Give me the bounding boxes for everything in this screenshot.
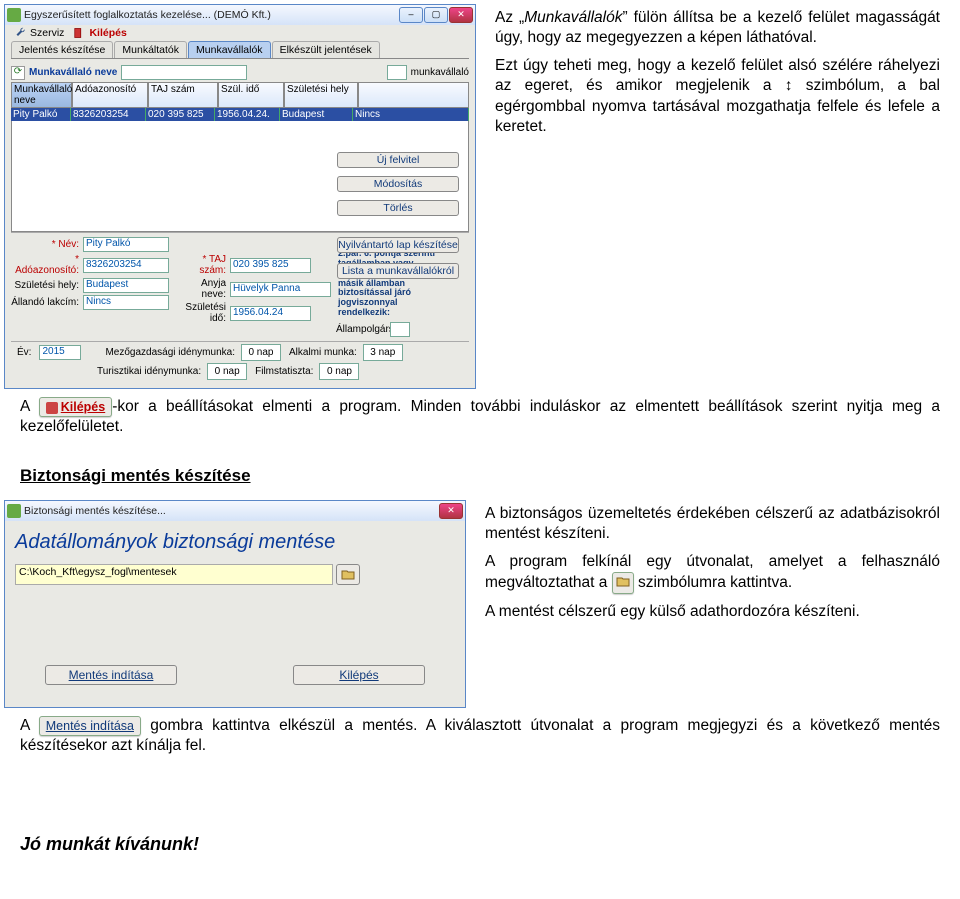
tab-munkaltatok[interactable]: Munkáltatók — [114, 41, 187, 58]
val-tur[interactable] — [207, 363, 247, 380]
lbl-ado: * Adóazonosító: — [11, 254, 79, 276]
para-1: Az „Munkavállalók” fülön állítsa be a ke… — [495, 8, 940, 48]
close-btn[interactable]: ✕ — [449, 7, 473, 23]
search-label: Munkavállaló neve — [29, 67, 117, 78]
count-label: munkavállaló — [411, 67, 469, 78]
btn-lista[interactable]: Lista a munkavállalókról — [337, 263, 459, 279]
folder-open-icon — [341, 568, 355, 580]
maximize-btn[interactable]: ▢ — [424, 7, 448, 23]
field-szido[interactable]: 1956.04.24 — [230, 306, 311, 321]
window-employees: Egyszerűsített foglalkoztatás kezelése..… — [4, 4, 476, 389]
cell-taj: 020 395 825 — [146, 108, 215, 121]
menu-kilepes[interactable]: Kilépés — [74, 27, 126, 39]
browse-button[interactable] — [336, 564, 360, 585]
tab-munkavallalok[interactable]: Munkavállalók — [188, 41, 271, 58]
col-taj[interactable]: TAJ szám — [148, 82, 218, 108]
inline-btn-mentes: Mentés indítása — [39, 716, 141, 736]
table-row[interactable]: Pity Palkó 8326203254 020 395 825 1956.0… — [11, 108, 469, 121]
closing: Jó munkát kívánunk! — [20, 834, 940, 855]
count-display — [387, 65, 407, 80]
menu-szerviz[interactable]: Szerviz — [15, 27, 64, 39]
para-b1: A biztonságos üzemeltetés érdekében céls… — [485, 504, 940, 544]
tabs: Jelentés készítése Munkáltatók Munkaváll… — [11, 41, 469, 59]
exit-icon — [74, 27, 86, 39]
exit-icon — [46, 402, 58, 414]
btn-torles[interactable]: Törlés — [337, 200, 459, 216]
heading-backup: Biztonsági mentés készítése — [20, 466, 940, 486]
para-kilepes: A Kilépés-kor a beállításokat elmenti a … — [20, 397, 940, 438]
cell-szido: 1956.04.24. — [215, 108, 280, 121]
lbl-taj: * TAJ szám: — [176, 254, 226, 276]
lbl-film: Filmstatiszta: — [255, 366, 313, 377]
cell-ado: 8326203254 — [71, 108, 146, 121]
lbl-alk: Alkalmi munka: — [289, 347, 357, 358]
titlebar2: Biztonsági mentés készítése... ✕ — [5, 501, 465, 521]
val-alk[interactable] — [363, 344, 403, 361]
refresh-icon[interactable]: ⟳ — [11, 66, 25, 80]
col-extra[interactable] — [358, 82, 469, 108]
close-btn2[interactable]: ✕ — [439, 503, 463, 519]
lbl-allam: Állampolgárság: — [336, 324, 386, 335]
window-title: Egyszerűsített foglalkoztatás kezelése..… — [24, 9, 399, 21]
table-header: Munkavállaló neve Adóazonosító TAJ szám … — [11, 82, 469, 108]
col-name[interactable]: Munkavállaló neve — [11, 82, 72, 108]
btn-uj[interactable]: Új felvitel — [337, 152, 459, 168]
lbl-anya: Anyja neve: — [176, 278, 226, 300]
para-2: Ezt úgy teheti meg, hogy a kezelő felüle… — [495, 56, 940, 137]
lbl-szhely: Születési hely: — [11, 280, 79, 291]
app-icon — [7, 8, 21, 22]
field-ev[interactable]: 2015 — [39, 345, 81, 360]
col-szulido[interactable]: Szül. idő — [218, 82, 284, 108]
tab-elkeszult[interactable]: Elkészült jelentések — [272, 41, 380, 58]
para-b3: A mentést célszerű egy külső adathordozó… — [485, 602, 940, 622]
lbl-tur: Turisztikai idénymunka: — [97, 366, 201, 377]
menubar: Szerviz Kilépés — [5, 25, 475, 41]
field-szhely[interactable]: Budapest — [83, 278, 169, 293]
cell-szhely: Budapest — [280, 108, 353, 121]
field-lak[interactable]: Nincs — [83, 295, 169, 310]
field-anya[interactable]: Hüvelyk Panna — [230, 282, 331, 297]
field-nev[interactable]: Pity Palkó — [83, 237, 169, 252]
cell-name: Pity Palkó — [11, 108, 71, 121]
wrench-icon — [15, 27, 27, 39]
titlebar: Egyszerűsített foglalkoztatás kezelése..… — [5, 5, 475, 25]
field-ado[interactable]: 8326203254 — [83, 258, 169, 273]
window2-title: Biztonsági mentés készítése... — [24, 505, 439, 517]
lbl-lak: Állandó lakcím: — [11, 297, 79, 308]
lbl-szido: Születési idő: — [176, 302, 226, 324]
btn-modositas[interactable]: Módosítás — [337, 176, 459, 192]
lbl-mezo: Mezőgazdasági idénymunka: — [105, 347, 235, 358]
para-bottom: A Mentés indítása gombra kattintva elkés… — [20, 716, 940, 757]
lbl-nev: * Név: — [11, 239, 79, 250]
tab-jelentes[interactable]: Jelentés készítése — [11, 41, 113, 58]
app-icon — [7, 504, 21, 518]
col-ado[interactable]: Adóazonosító — [72, 82, 148, 108]
btn-kilepes2[interactable]: Kilépés — [293, 665, 425, 685]
minimize-btn[interactable]: – — [399, 7, 423, 23]
field-taj[interactable]: 020 395 825 — [230, 258, 311, 273]
backup-heading: Adatállományok biztonsági mentése — [15, 531, 455, 554]
inline-btn-kilepes: Kilépés — [39, 397, 112, 417]
btn-mentes-inditasa[interactable]: Mentés indítása — [45, 665, 177, 685]
val-film[interactable] — [319, 363, 359, 380]
lbl-ev: Év: — [17, 347, 31, 358]
folder-open-icon — [616, 576, 630, 587]
col-szhely[interactable]: Születési hely — [284, 82, 358, 108]
path-field[interactable]: C:\Koch_Kft\egysz_fogl\mentesek — [15, 564, 333, 585]
inline-browse-icon — [612, 572, 634, 594]
window-backup: Biztonsági mentés készítése... ✕ Adatáll… — [4, 500, 466, 708]
search-input[interactable] — [121, 65, 247, 80]
val-mezo[interactable] — [241, 344, 281, 361]
para-b2: A program felkínál egy útvonalat, amelye… — [485, 552, 940, 594]
field-allam[interactable] — [390, 322, 410, 337]
btn-nyilvan[interactable]: Nyilvántartó lap készítése — [337, 237, 459, 253]
cell-extra: Nincs — [353, 108, 469, 121]
